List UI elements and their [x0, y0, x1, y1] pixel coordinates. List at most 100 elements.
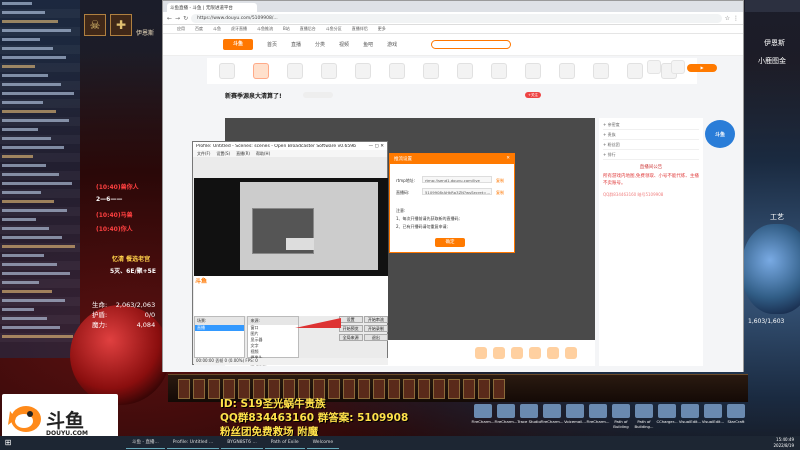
douyu-logo[interactable]: 斗鱼 — [223, 39, 253, 50]
dialog-submit-button[interactable]: 确定 — [435, 238, 465, 247]
star-icon[interactable]: ☆ — [725, 15, 730, 22]
skill-slot[interactable] — [268, 379, 280, 399]
skill-slot[interactable] — [373, 379, 385, 399]
gift-icon-1[interactable] — [475, 347, 487, 359]
desktop-app-icon[interactable] — [497, 404, 515, 418]
forward-icon[interactable]: → — [175, 15, 180, 22]
copy-code-link[interactable]: 复制 — [496, 190, 504, 196]
windows-start-icon[interactable]: ⊞ — [0, 436, 16, 450]
reload-icon[interactable]: ↻ — [183, 15, 188, 22]
obs-menu-item[interactable]: 设置(S) — [216, 151, 230, 157]
sources-list[interactable]: 来源: 窗口图片显示器文字视频摄像头游戏录像 — [247, 316, 299, 366]
obs-menu-item[interactable]: 直播(R) — [236, 151, 250, 157]
menu-icon[interactable]: ⋮ — [733, 15, 739, 22]
skill-slot[interactable] — [463, 379, 475, 399]
scenes-list[interactable]: 场景: 直播 — [194, 316, 246, 358]
side-panel-row[interactable]: + 排行 — [603, 152, 699, 160]
side-panel-row[interactable]: + 粉丝团 — [603, 142, 699, 150]
toolbar-icon[interactable] — [389, 63, 405, 79]
rtmp-field[interactable]: rtmp://send1.douyu.com/live — [422, 176, 492, 183]
skill-slot[interactable] — [238, 379, 250, 399]
gift-icon-5[interactable] — [547, 347, 559, 359]
skill-slot[interactable] — [448, 379, 460, 399]
desktop-app-icon[interactable] — [543, 404, 561, 418]
skill-slot[interactable] — [298, 379, 310, 399]
skill-slot[interactable] — [193, 379, 205, 399]
desktop-app-icon[interactable] — [658, 404, 676, 418]
skill-slot[interactable] — [208, 379, 220, 399]
skill-slot[interactable] — [493, 379, 505, 399]
toolbar-icon[interactable] — [355, 63, 371, 79]
follow-button[interactable]: +关注 — [525, 92, 541, 98]
skill-slot[interactable] — [418, 379, 430, 399]
bookmark-item[interactable]: B站 — [283, 26, 290, 32]
skill-slot[interactable] — [388, 379, 400, 399]
side-panel-row[interactable]: + 贵族 — [603, 132, 699, 140]
gift-icon-4[interactable] — [529, 347, 541, 359]
desktop-app-icon[interactable] — [727, 404, 745, 418]
bookmark-item[interactable]: 斗鱼 — [213, 26, 221, 32]
toolbar-icon[interactable] — [627, 63, 643, 79]
skill-slot[interactable] — [328, 379, 340, 399]
bookmark-item[interactable]: 斗鱼推流 — [257, 26, 273, 32]
douyu-search-input[interactable] — [431, 40, 512, 49]
bookmark-item[interactable]: 直播伴侣 — [352, 26, 368, 32]
nav-item[interactable]: 鱼吧 — [363, 41, 373, 48]
desktop-app-icon[interactable] — [612, 404, 630, 418]
bookmark-item[interactable]: 直播后台 — [300, 26, 316, 32]
window-controls[interactable]: — ▢ ✕ — [369, 144, 384, 149]
toolbar-icon[interactable] — [457, 63, 473, 79]
tab-douyu[interactable]: 斗鱼直播 - 斗鱼 | 无限进道平台 — [167, 3, 257, 12]
nav-item[interactable]: 直播 — [291, 41, 301, 48]
obs-menu-item[interactable]: 文件(F) — [197, 151, 210, 157]
nav-item[interactable]: 视频 — [339, 41, 349, 48]
nav-item[interactable]: 分类 — [315, 41, 325, 48]
bookmark-item[interactable]: 更多 — [378, 26, 386, 32]
skill-slot[interactable] — [433, 379, 445, 399]
gift-icon-3[interactable] — [511, 347, 523, 359]
desktop-app-icon[interactable] — [566, 404, 584, 418]
taskbar-item[interactable]: 斗鱼 - 直播... — [126, 437, 165, 449]
fish-badge-icon[interactable]: 斗鱼 — [705, 120, 735, 148]
desktop-app-icon[interactable] — [520, 404, 538, 418]
back-icon[interactable]: ← — [167, 15, 172, 22]
toolbar-icon[interactable] — [423, 63, 439, 79]
toolbar-icon[interactable] — [219, 63, 235, 79]
desktop-app-icon[interactable] — [589, 404, 607, 418]
obs-button[interactable]: 设置 — [338, 316, 363, 323]
url-field[interactable]: https://www.douyu.com/5109908/... — [191, 13, 722, 23]
toolbar-icon[interactable] — [321, 63, 337, 79]
desktop-app-icon[interactable] — [635, 404, 653, 418]
open-stream-button[interactable]: ▶ — [687, 64, 717, 72]
skill-slot[interactable] — [478, 379, 490, 399]
desktop-app-icon[interactable] — [474, 404, 492, 418]
taskbar-item[interactable]: Welcome — [306, 437, 340, 449]
skill-slot[interactable] — [253, 379, 265, 399]
toolbar-icon[interactable] — [525, 63, 541, 79]
bookmark-item[interactable]: 应用 — [177, 26, 185, 32]
code-field[interactable]: 5109908rAHkRp3ZN?wsSecret=... — [422, 188, 492, 195]
skill-slot[interactable] — [403, 379, 415, 399]
obs-button[interactable]: 开始录制 — [363, 325, 389, 332]
toolbar-icon[interactable] — [491, 63, 507, 79]
gift-icon-2[interactable] — [493, 347, 505, 359]
desktop-app-icon[interactable] — [704, 404, 722, 418]
scene-item[interactable]: 直播 — [195, 325, 245, 331]
gift-icon[interactable] — [671, 60, 685, 74]
mic-meter[interactable] — [294, 318, 341, 328]
taskbar-item[interactable]: Path of Exile — [264, 437, 305, 449]
skill-slot[interactable] — [358, 379, 370, 399]
copy-rtmp-link[interactable]: 复制 — [496, 178, 504, 184]
toolbar-icon[interactable] — [287, 63, 303, 79]
obs-menu-item[interactable]: 帮助(H) — [256, 151, 270, 157]
taskbar-item[interactable]: Profile: Untitled ... — [166, 437, 220, 449]
skill-slot[interactable] — [313, 379, 325, 399]
skill-slot[interactable] — [283, 379, 295, 399]
obs-button[interactable]: 退出 — [363, 334, 389, 341]
obs-button[interactable]: 全局来源 — [338, 334, 363, 341]
gift-icon-6[interactable] — [565, 347, 577, 359]
toolbar-icon[interactable] — [559, 63, 575, 79]
nav-item[interactable]: 游戏 — [387, 41, 397, 48]
skill-slot[interactable] — [343, 379, 355, 399]
taskbar-clock[interactable]: 15:40:49 2022/8/19 — [773, 437, 794, 449]
